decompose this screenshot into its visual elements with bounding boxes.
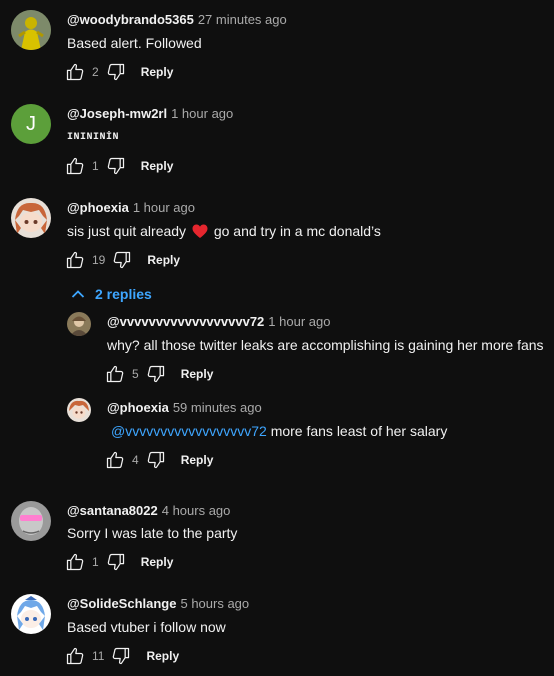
thumbs-down-icon <box>146 450 166 470</box>
comment-actions: 11 Reply <box>64 645 179 667</box>
dislike-button[interactable] <box>145 449 167 471</box>
thumbs-up-icon <box>105 450 125 470</box>
reply-button[interactable]: Reply <box>141 159 174 173</box>
avatar-image <box>11 10 51 50</box>
comment-actions: 5 Reply <box>104 363 213 385</box>
comment-timestamp[interactable]: 4 hours ago <box>162 503 231 518</box>
thumbs-down-icon <box>106 62 126 82</box>
like-count: 2 <box>92 65 99 79</box>
thumbs-down-icon <box>106 156 126 176</box>
comments-section: @woodybrando5365 27 minutes ago Based ale… <box>0 0 554 676</box>
comment-text-part: go and try in a mc donald’s <box>213 223 381 239</box>
replies-toggle-label: 2 replies <box>95 286 152 302</box>
comment-text: sis just quit already go and try in a mc… <box>67 221 381 241</box>
reply-button[interactable]: Reply <box>181 367 214 381</box>
comment-actions: 2 Reply <box>64 61 173 83</box>
comment-timestamp[interactable]: 59 minutes ago <box>173 400 262 415</box>
like-count: 5 <box>132 367 139 381</box>
thumbs-up-icon <box>65 646 85 666</box>
comment-text: @vvvvvvvvvvvvvvvvvv72 more fans least of… <box>111 421 447 441</box>
thumbs-down-icon <box>106 552 126 572</box>
thumbs-down-icon <box>146 364 166 384</box>
dislike-button[interactable] <box>105 155 127 177</box>
chevron-up-icon <box>71 289 85 299</box>
avatar[interactable] <box>11 594 51 634</box>
avatar-letter: J <box>26 112 36 135</box>
reply-button[interactable]: Reply <box>141 555 174 569</box>
thumbs-up-icon <box>65 156 85 176</box>
comment-timestamp[interactable]: 1 hour ago <box>268 314 330 329</box>
thumbs-down-icon <box>111 646 131 666</box>
like-count: 11 <box>92 649 105 663</box>
comment-text: Based alert. Followed <box>67 35 202 51</box>
comment-timestamp[interactable]: 1 hour ago <box>133 200 195 215</box>
reply-button[interactable]: Reply <box>141 65 174 79</box>
comment-author[interactable]: @vvvvvvvvvvvvvvvvvv72 <box>107 314 264 329</box>
comment-timestamp[interactable]: 5 hours ago <box>180 596 249 611</box>
avatar-image <box>67 312 91 336</box>
avatar[interactable] <box>11 10 51 50</box>
reply-button[interactable]: Reply <box>147 253 180 267</box>
avatar[interactable] <box>67 312 91 336</box>
dislike-button[interactable] <box>111 249 133 271</box>
dislike-button[interactable] <box>105 61 127 83</box>
like-button[interactable] <box>64 249 86 271</box>
avatar[interactable] <box>11 501 51 541</box>
comment-text: Sorry I was late to the party <box>67 525 238 541</box>
reply-button[interactable]: Reply <box>181 453 214 467</box>
avatar[interactable] <box>11 198 51 238</box>
comment-actions: 1 Reply <box>64 551 173 573</box>
avatar[interactable] <box>67 398 91 422</box>
like-button[interactable] <box>64 155 86 177</box>
like-button[interactable] <box>64 551 86 573</box>
like-count: 19 <box>92 253 106 267</box>
dislike-button[interactable] <box>105 551 127 573</box>
comment-actions: 4 Reply <box>104 449 213 471</box>
like-button[interactable] <box>104 449 126 471</box>
comment-author[interactable]: @phoexia <box>67 200 129 215</box>
thumbs-down-icon <box>112 250 132 270</box>
comment-timestamp[interactable]: 27 minutes ago <box>198 12 287 27</box>
comment-actions: 19 Reply <box>64 249 180 271</box>
like-button[interactable] <box>104 363 126 385</box>
comment-author[interactable]: @woodybrando5365 <box>67 12 194 27</box>
heart-icon <box>192 224 208 238</box>
avatar-image <box>11 198 51 238</box>
comment-author[interactable]: @SolideSchlange <box>67 596 176 611</box>
thumbs-up-icon <box>65 552 85 572</box>
like-button[interactable] <box>64 645 86 667</box>
comment-text: why? all those twitter leaks are accompl… <box>107 337 544 353</box>
comment-author[interactable]: @Joseph-mw2rl <box>67 106 167 121</box>
like-button[interactable] <box>64 61 86 83</box>
replies-toggle-button[interactable]: 2 replies <box>71 284 152 304</box>
reply-button[interactable]: Reply <box>146 649 179 663</box>
avatar-image <box>67 398 91 422</box>
like-count: 1 <box>92 159 99 173</box>
avatar-image <box>11 594 51 634</box>
thumbs-up-icon <box>65 62 85 82</box>
thumbs-up-icon <box>105 364 125 384</box>
mention-link[interactable]: @vvvvvvvvvvvvvvvvvv72 <box>111 423 267 439</box>
comment-timestamp[interactable]: 1 hour ago <box>171 106 233 121</box>
dislike-button[interactable] <box>145 363 167 385</box>
avatar[interactable]: J <box>11 104 51 144</box>
thumbs-up-icon <box>65 250 85 270</box>
comment-text-part: more fans least of her salary <box>270 423 448 439</box>
comment-author[interactable]: @santana8022 <box>67 503 158 518</box>
comment-text: Based vtuber i follow now <box>67 619 226 635</box>
like-count: 4 <box>132 453 139 467</box>
comment-text: INININİN <box>67 132 120 143</box>
like-count: 1 <box>92 555 99 569</box>
comment-author[interactable]: @phoexia <box>107 400 169 415</box>
avatar-image <box>11 501 51 541</box>
dislike-button[interactable] <box>110 645 132 667</box>
comment-text-part: sis just quit already <box>67 223 187 239</box>
comment-actions: 1 Reply <box>64 155 173 177</box>
